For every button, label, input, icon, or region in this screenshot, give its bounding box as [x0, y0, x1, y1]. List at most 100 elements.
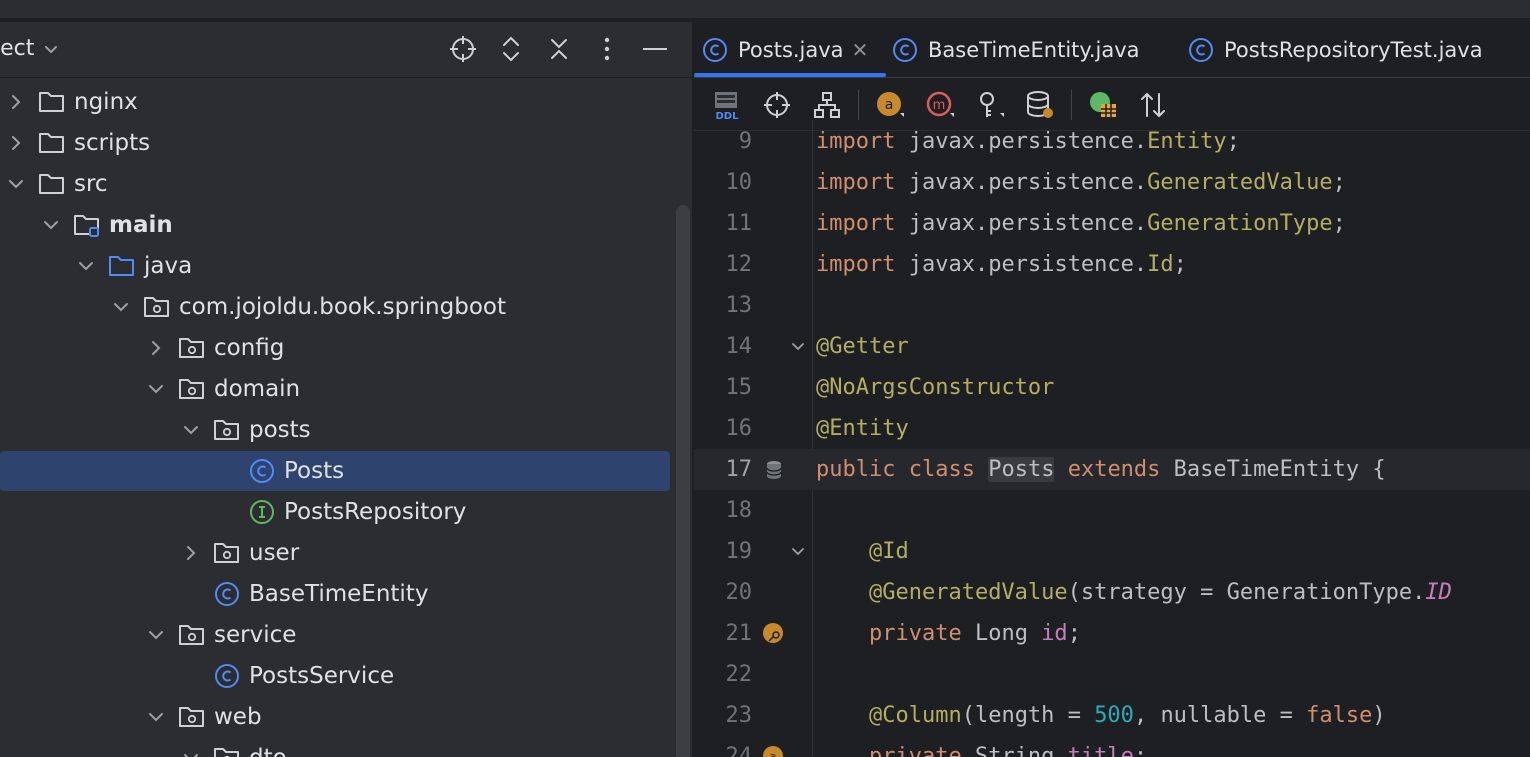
tree-item-src[interactable]: src — [0, 164, 670, 204]
field-icon[interactable]: a — [762, 745, 786, 757]
tree-item-label: PostsService — [249, 663, 395, 689]
table-icon[interactable] — [1084, 86, 1122, 124]
chevron-right-icon[interactable] — [4, 131, 28, 155]
close-icon[interactable] — [542, 32, 576, 66]
chevron-down-icon[interactable] — [144, 623, 168, 647]
line-number[interactable]: 23 — [694, 703, 753, 728]
code-line[interactable]: 20 @GeneratedValue(strategy = Generation… — [694, 572, 1530, 613]
line-number[interactable]: 15 — [694, 375, 753, 400]
fold-icon[interactable] — [786, 335, 810, 359]
line-number[interactable]: 18 — [694, 498, 753, 523]
code-line[interactable]: 14 @Getter — [694, 326, 1530, 367]
database-icon[interactable] — [1021, 86, 1059, 124]
tree-item-label: Posts — [284, 458, 345, 484]
line-number[interactable]: 9 — [694, 129, 752, 154]
tree-item-posts[interactable]: posts — [0, 410, 670, 450]
line-number[interactable]: 24 — [694, 744, 753, 757]
close-tab-icon[interactable]: ✕ — [852, 38, 869, 62]
chevron-right-icon[interactable] — [179, 541, 203, 565]
code-line[interactable]: 17 public class Posts extends BaseTimeEnt… — [694, 449, 1530, 490]
chevron-down-icon[interactable] — [144, 705, 168, 729]
tree-item-nginx[interactable]: nginx — [0, 82, 670, 122]
line-number[interactable]: 11 — [694, 211, 753, 236]
fold-icon[interactable] — [786, 540, 810, 564]
tree-item-postsservice[interactable]: PostsService — [0, 656, 670, 696]
code-line[interactable]: 13 — [694, 285, 1530, 326]
method-icon[interactable]: m — [921, 86, 959, 124]
code-text: @Id — [868, 539, 909, 564]
line-number[interactable]: 22 — [694, 662, 753, 687]
tree-item-service[interactable]: service — [0, 615, 670, 655]
attribute-icon[interactable]: a — [871, 86, 909, 124]
tree-item-config[interactable]: config — [0, 328, 670, 368]
tree-item-web[interactable]: web — [0, 697, 670, 737]
line-number[interactable]: 10 — [694, 170, 753, 195]
class-icon — [248, 457, 276, 485]
tree-item-label: com.jojoldu.book.springboot — [179, 294, 506, 320]
package-icon — [178, 334, 206, 362]
code-line[interactable]: 15 @NoArgsConstructor — [694, 367, 1530, 408]
code-line[interactable]: 18 — [694, 490, 1530, 531]
code-editor[interactable]: 9 import javax.persistence.Entity; 10 impor… — [694, 120, 1530, 757]
tree-item-label: config — [214, 335, 285, 361]
expand-collapse-icon[interactable] — [494, 32, 528, 66]
line-number[interactable]: 16 — [694, 416, 753, 441]
source-folder-icon — [108, 252, 136, 280]
code-line[interactable]: 12 import javax.persistence.Id; — [694, 244, 1530, 285]
class-icon — [213, 580, 241, 608]
locate-icon[interactable] — [446, 32, 480, 66]
code-line[interactable]: 16 @Entity — [694, 408, 1530, 449]
key-icon[interactable] — [971, 86, 1009, 124]
tree-item-java[interactable]: java — [0, 246, 670, 286]
sort-icon[interactable] — [1134, 86, 1172, 124]
target-icon[interactable] — [758, 86, 796, 124]
tree-item-label: posts — [249, 417, 311, 443]
code-line[interactable]: 23 @Column(length = 500, nullable = fals… — [694, 695, 1530, 736]
code-line[interactable]: 11 import javax.persistence.GenerationTyp… — [694, 203, 1530, 244]
tree-item-main[interactable]: main — [0, 205, 670, 245]
tree-item-scripts[interactable]: scripts — [0, 123, 670, 163]
more-icon[interactable] — [590, 32, 624, 66]
hierarchy-icon[interactable] — [808, 86, 846, 124]
chevron-down-icon[interactable] — [39, 213, 63, 237]
chevron-right-icon[interactable] — [144, 336, 168, 360]
chevron-down-icon[interactable] — [144, 377, 168, 401]
tree-item-basetimeentity[interactable]: BaseTimeEntity — [0, 574, 670, 614]
tree-item-posts[interactable]: Posts — [0, 451, 670, 491]
line-number[interactable]: 14 — [694, 334, 753, 359]
tab-posts-java[interactable]: Posts.java ✕ — [702, 22, 868, 78]
tree-item-postsrepository[interactable]: PostsRepository — [0, 492, 670, 532]
line-number[interactable]: 17 — [694, 457, 753, 482]
code-line[interactable]: 24 a private String title; — [694, 736, 1530, 757]
code-line[interactable]: 22 — [694, 654, 1530, 695]
line-number[interactable]: 13 — [694, 293, 753, 318]
tab-postsrepositorytest-java[interactable]: PostsRepositoryTest.java — [1188, 22, 1483, 78]
class-icon — [1189, 38, 1213, 62]
chevron-right-icon[interactable] — [4, 90, 28, 114]
chevron-down-icon[interactable] — [109, 295, 133, 319]
code-line[interactable]: 9 import javax.persistence.Entity; — [694, 121, 1530, 162]
line-number[interactable]: 20 — [694, 580, 753, 605]
db-icon[interactable] — [762, 458, 786, 482]
chevron-down-icon[interactable] — [179, 746, 203, 757]
code-line[interactable]: 21 private Long id; — [694, 613, 1530, 654]
chevron-down-icon[interactable] — [179, 418, 203, 442]
tree-item-user[interactable]: user — [0, 533, 670, 573]
chevron-down-icon[interactable] — [74, 254, 98, 278]
tree-item-domain[interactable]: domain — [0, 369, 670, 409]
minimize-icon[interactable] — [638, 32, 672, 66]
project-tree-scrollbar[interactable] — [676, 205, 690, 757]
project-view-selector[interactable]: ject — [0, 36, 60, 61]
tab-basetimeentity-java[interactable]: BaseTimeEntity.java — [892, 22, 1140, 78]
chevron-down-icon[interactable] — [4, 172, 28, 196]
code-line[interactable]: 10 import javax.persistence.GeneratedValu… — [694, 162, 1530, 203]
line-number[interactable]: 12 — [694, 252, 753, 277]
line-number[interactable]: 19 — [694, 539, 753, 564]
code-line[interactable]: 19 @Id — [694, 531, 1530, 572]
field-key-icon[interactable] — [762, 622, 786, 646]
line-number[interactable]: 21 — [694, 621, 753, 646]
tree-item-com-jojoldu-book-springboot[interactable]: com.jojoldu.book.springboot — [0, 287, 670, 327]
tree-item-dto[interactable]: dto — [0, 738, 670, 757]
tree-item-label: domain — [214, 376, 301, 402]
ddl-icon[interactable]: DDL — [708, 86, 746, 124]
